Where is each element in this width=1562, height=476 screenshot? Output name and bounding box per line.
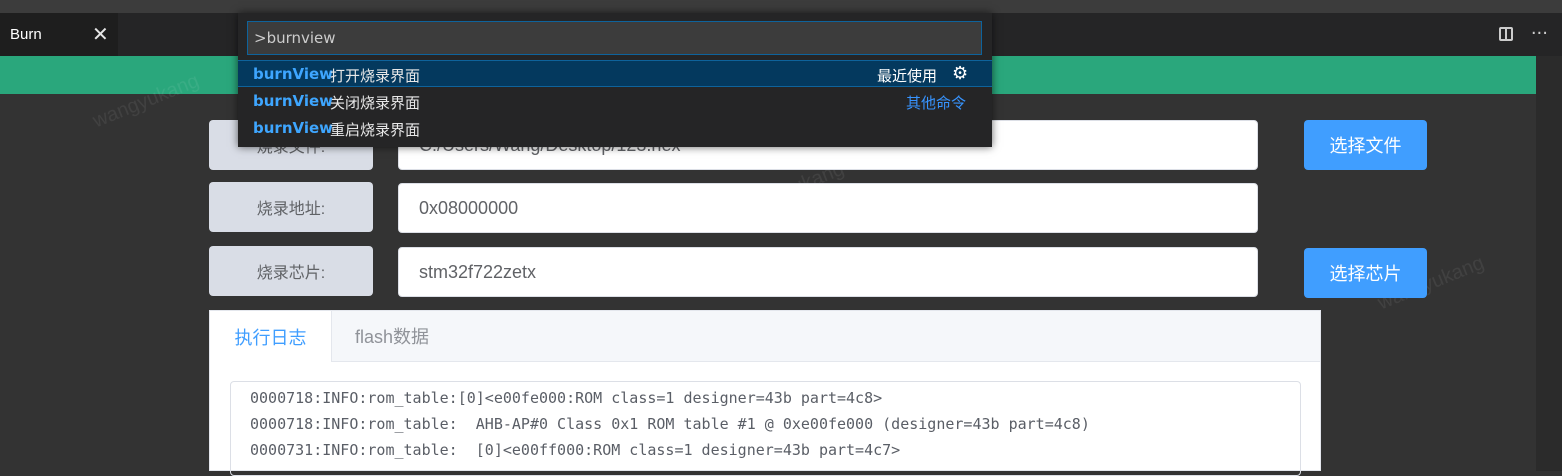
chip-label: 烧录芯片: <box>209 246 373 296</box>
menu-bar <box>0 0 1562 13</box>
log-line: 0000731:INFO:rom_table: [0]<e00ff000:ROM… <box>250 441 901 459</box>
select-chip-button[interactable]: 选择芯片 <box>1304 248 1427 298</box>
log-line: 0000718:INFO:rom_table: AHB-AP#0 Class 0… <box>250 415 1090 433</box>
chip-input[interactable]: stm32f722zetx <box>398 247 1258 297</box>
log-line: 0000718:INFO:rom_table:[0]<e00fe000:ROM … <box>250 389 883 407</box>
palette-item-highlight: burnView <box>253 119 334 137</box>
palette-item[interactable]: burnView 重启烧录界面 <box>238 115 992 142</box>
palette-item-highlight: burnView <box>253 92 334 110</box>
palette-item-label: 关闭烧录界面 <box>330 94 421 112</box>
editor-actions: ··· <box>1487 23 1548 44</box>
command-palette-input[interactable]: >burnview <box>247 21 982 55</box>
command-palette: >burnview burnView 打开烧录界面 最近使用 ⚙ burnVie… <box>238 13 992 147</box>
recently-used-label: 最近使用 <box>876 67 937 85</box>
palette-item[interactable]: burnView 打开烧录界面 最近使用 ⚙ <box>238 60 992 87</box>
tab-execution-log[interactable]: 执行日志 <box>210 311 332 362</box>
log-panel: 执行日志 flash数据 0000718:INFO:rom_table:[0]<… <box>209 310 1321 476</box>
log-tab-bar: 执行日志 flash数据 <box>210 311 1320 362</box>
palette-item-highlight: burnView <box>253 65 334 83</box>
tab-burn[interactable]: Burn ✕ <box>0 13 118 56</box>
palette-item[interactable]: burnView 关闭烧录界面 其他命令 <box>238 88 992 115</box>
split-editor-icon[interactable] <box>1499 27 1514 41</box>
palette-item-label: 打开烧录界面 <box>330 67 421 85</box>
more-icon[interactable]: ··· <box>1531 23 1548 44</box>
vertical-scrollbar[interactable] <box>1536 56 1562 471</box>
select-file-button[interactable]: 选择文件 <box>1304 120 1427 170</box>
tab-title: Burn <box>10 26 42 43</box>
tab-flash-data[interactable]: flash数据 <box>332 311 452 361</box>
address-input[interactable]: 0x08000000 <box>398 183 1258 233</box>
address-label: 烧录地址: <box>209 182 373 232</box>
palette-item-label: 重启烧录界面 <box>330 121 421 139</box>
close-icon[interactable]: ✕ <box>92 22 109 47</box>
log-output[interactable]: 0000718:INFO:rom_table:[0]<e00fe000:ROM … <box>230 381 1301 476</box>
other-commands-link[interactable]: 其他命令 <box>906 92 966 113</box>
gear-icon[interactable]: ⚙ <box>952 65 970 83</box>
